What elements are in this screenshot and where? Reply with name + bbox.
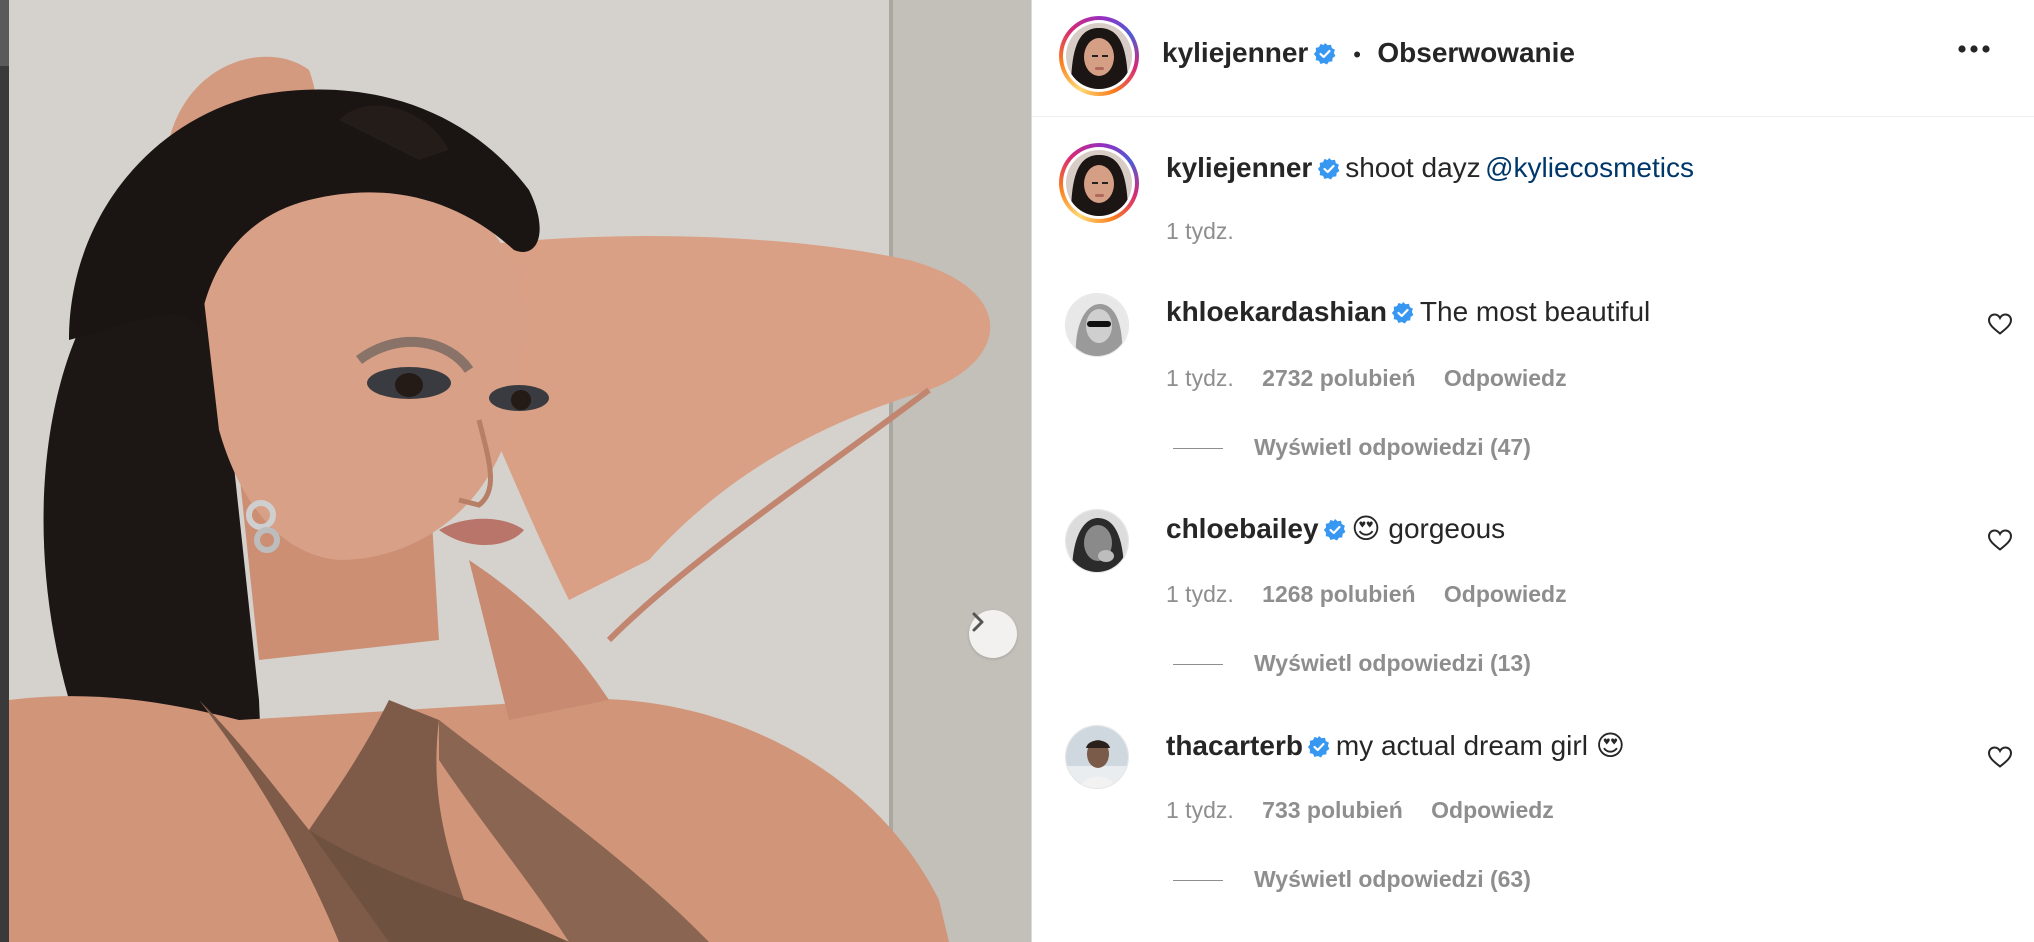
verified-badge-icon xyxy=(1392,302,1414,324)
view-replies-button[interactable]: Wyświetl odpowiedzi (63) xyxy=(1254,866,1531,893)
verified-badge-icon xyxy=(1317,158,1340,180)
verified-badge-icon xyxy=(1313,43,1336,65)
header-user-line: kyliejenner • Obserwowanie xyxy=(1162,37,1575,69)
verified-badge-icon xyxy=(1323,519,1346,541)
view-replies-button[interactable]: Wyświetl odpowiedzi (47) xyxy=(1254,434,1531,461)
post-details-panel: kyliejenner • Obserwowanie kyliejenner s… xyxy=(1031,0,2034,942)
comment-meta: 1 tydz. 2732 polubień Odpowiedz xyxy=(1166,365,1567,392)
like-comment-button[interactable] xyxy=(1987,312,2013,341)
heart-icon xyxy=(1987,313,2013,335)
author-username[interactable]: kyliejenner xyxy=(1162,37,1308,68)
caption-text: shoot dayz xyxy=(1345,152,1481,183)
commenter-avatar[interactable] xyxy=(1065,725,1129,789)
avatar-face-image xyxy=(1066,150,1132,216)
comment-username[interactable]: khloekardashian xyxy=(1166,296,1387,327)
heart-icon xyxy=(1987,529,2013,551)
verified-badge-icon xyxy=(1308,736,1330,758)
caption-line: kyliejenner shoot dayz @kyliecosmetics xyxy=(1166,152,1694,184)
caption-username[interactable]: kyliejenner xyxy=(1166,152,1312,183)
comment-username[interactable]: thacarterb xyxy=(1166,730,1303,761)
comment-line: khloekardashian The most beautiful xyxy=(1166,296,1650,328)
comment-meta: 1 tydz. 733 polubień Odpowiedz xyxy=(1166,797,1554,824)
comment-username[interactable]: chloebailey xyxy=(1166,513,1319,544)
comment-time: 1 tydz. xyxy=(1166,797,1234,823)
comment-time: 1 tydz. xyxy=(1166,581,1234,607)
avatar-image xyxy=(1066,510,1128,572)
separator-dot: • xyxy=(1353,42,1361,67)
like-comment-button[interactable] xyxy=(1987,528,2013,557)
comment-line: thacarterb my actual dream girl 😍 xyxy=(1166,729,1625,762)
comment-likes[interactable]: 1268 polubień xyxy=(1262,581,1415,607)
avatar-image xyxy=(1066,294,1128,356)
commenter-avatar[interactable] xyxy=(1065,293,1129,357)
comment-likes[interactable]: 2732 polubień xyxy=(1262,365,1415,391)
caption-time: 1 tydz. xyxy=(1166,218,1234,244)
comment-text: The most beautiful xyxy=(1419,296,1651,327)
caption-author-avatar[interactable] xyxy=(1059,143,1139,223)
next-photo-button[interactable] xyxy=(969,610,1017,658)
replies-divider xyxy=(1173,880,1223,881)
like-comment-button[interactable] xyxy=(1987,745,2013,774)
more-options-button[interactable] xyxy=(1956,42,1992,60)
comment-text: my actual dream girl 😍 xyxy=(1335,730,1625,761)
post-photo xyxy=(9,0,1031,942)
comment-likes[interactable]: 733 polubień xyxy=(1262,797,1403,823)
view-replies-button[interactable]: Wyświetl odpowiedzi (13) xyxy=(1254,650,1531,677)
reply-button[interactable]: Odpowiedz xyxy=(1431,797,1554,823)
window-edge-top xyxy=(0,0,9,66)
comment-line: chloebailey 😍 gorgeous xyxy=(1166,512,1505,545)
comment-meta: 1 tydz. 1268 polubień Odpowiedz xyxy=(1166,581,1567,608)
follow-button[interactable]: Obserwowanie xyxy=(1377,37,1575,68)
heart-icon xyxy=(1987,746,2013,768)
post-header: kyliejenner • Obserwowanie xyxy=(1032,0,2034,117)
replies-divider xyxy=(1173,664,1223,665)
photo-illustration xyxy=(9,0,1031,942)
author-avatar[interactable] xyxy=(1059,16,1139,96)
more-horizontal-icon xyxy=(1958,45,1990,53)
comment-time: 1 tydz. xyxy=(1166,365,1234,391)
commenter-avatar[interactable] xyxy=(1065,509,1129,573)
caption-mention-link[interactable]: @kyliecosmetics xyxy=(1485,152,1694,183)
reply-button[interactable]: Odpowiedz xyxy=(1444,365,1567,391)
replies-divider xyxy=(1173,448,1223,449)
reply-button[interactable]: Odpowiedz xyxy=(1444,581,1567,607)
window-edge xyxy=(0,0,9,942)
comment-text: 😍 gorgeous xyxy=(1351,513,1506,544)
avatar-image xyxy=(1066,726,1128,788)
avatar-face-image xyxy=(1066,23,1132,89)
chevron-right-icon xyxy=(972,612,984,632)
